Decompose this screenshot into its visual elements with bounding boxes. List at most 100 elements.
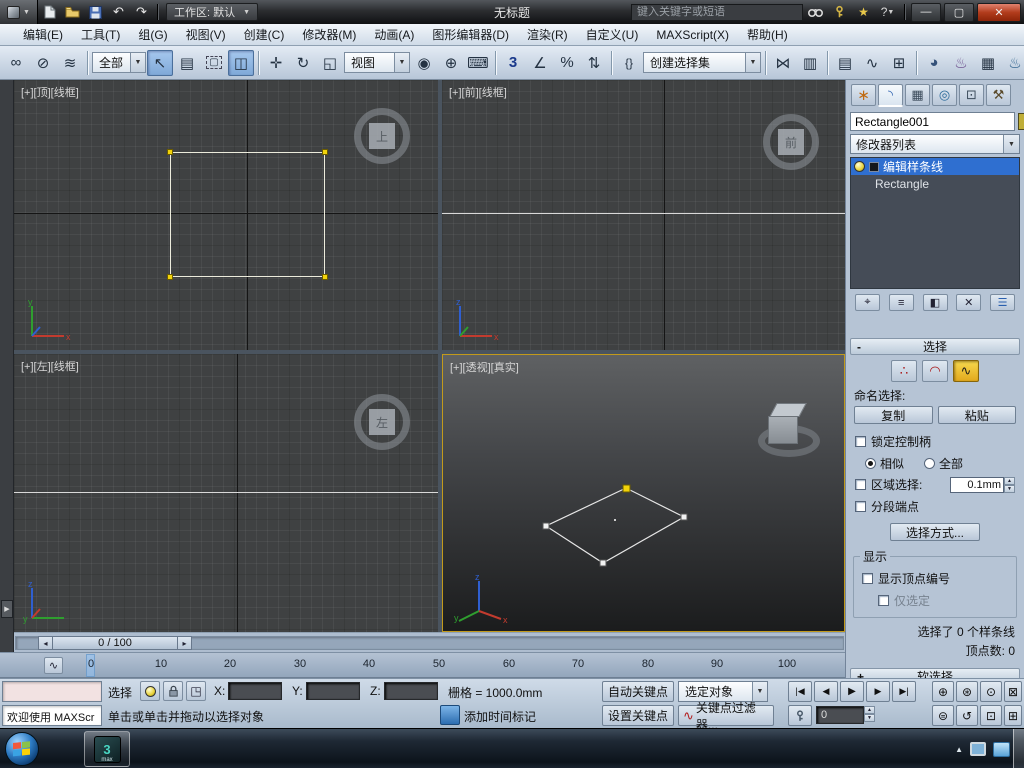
material-editor-button[interactable]: ◕ <box>921 50 947 76</box>
menu-edit[interactable]: 编辑(E) <box>14 24 72 45</box>
select-by-button[interactable]: 选择方式... <box>890 523 980 541</box>
maximize-button[interactable]: ▢ <box>944 2 974 22</box>
selection-lock-toggle[interactable] <box>163 681 183 701</box>
taskbar-3dsmax-button[interactable]: 3 max <box>84 731 130 767</box>
zoom-extents-all-button[interactable]: ⊠ <box>1004 681 1022 702</box>
time-slider-handle[interactable]: ◂ 0 / 100 ▸ <box>38 636 192 650</box>
angle-snap-toggle[interactable]: ∠ <box>527 50 553 76</box>
modifier-enable-bulb-icon[interactable] <box>854 161 865 172</box>
select-and-manipulate-button[interactable]: ⊕ <box>438 50 464 76</box>
use-pivot-center-button[interactable]: ◉ <box>411 50 437 76</box>
previous-frame-button[interactable]: ◀ <box>814 681 838 702</box>
area-threshold-field[interactable]: 0.1mm <box>950 476 1004 493</box>
menu-modifiers[interactable]: 修改器(M) <box>293 24 365 45</box>
spin-down-icon[interactable]: ▼ <box>864 714 875 722</box>
zoom-extents-button[interactable]: ⊙ <box>980 681 1002 702</box>
viewcube-face[interactable]: 前 <box>778 129 804 155</box>
spline-vertex[interactable] <box>322 274 328 280</box>
show-vertex-numbers-checkbox[interactable]: 显示顶点编号 <box>862 570 1008 587</box>
spinner-snap-toggle[interactable]: ⇅ <box>581 50 607 76</box>
go-to-end-button[interactable]: ▶| <box>892 681 916 702</box>
open-mini-curve-editor-button[interactable]: ∿ <box>44 657 63 674</box>
chevron-down-icon[interactable]: ▼ <box>1003 135 1019 153</box>
save-file-button[interactable] <box>84 1 107 23</box>
copy-button[interactable]: 复制 <box>854 406 933 424</box>
time-tag-icon[interactable] <box>440 705 460 725</box>
track-bar[interactable]: ∿ 0 10 20 30 40 50 60 70 80 90 100 <box>0 652 845 678</box>
window-crossing-toggle[interactable]: ◫ <box>228 49 254 76</box>
transform-z-field[interactable] <box>384 682 438 700</box>
search-button[interactable] <box>804 2 827 22</box>
viewcube[interactable]: 上 <box>354 108 410 164</box>
auto-key-button[interactable]: 自动关键点 <box>602 681 674 702</box>
next-frame-button[interactable]: ▸ <box>177 636 192 650</box>
new-scene-button[interactable] <box>38 1 61 23</box>
select-object-button[interactable]: ↖ <box>147 49 173 76</box>
snap-toggle-3d-button[interactable]: 3 <box>500 50 526 76</box>
show-desktop-button[interactable] <box>1013 729 1024 768</box>
pin-stack-button[interactable]: ⌖ <box>855 294 880 311</box>
maximize-viewport-toggle[interactable]: ⊞ <box>1004 705 1022 726</box>
spline-vertex[interactable] <box>322 149 328 155</box>
spline-vertex[interactable] <box>167 149 173 155</box>
select-and-rotate-button[interactable]: ↻ <box>290 50 316 76</box>
zoom-all-button[interactable]: ⊛ <box>956 681 978 702</box>
tab-modify[interactable]: ◝ <box>878 84 903 106</box>
key-mode-toggle[interactable] <box>788 705 812 726</box>
redo-button[interactable]: ↷ <box>130 1 153 23</box>
close-button[interactable]: ✕ <box>977 2 1021 22</box>
chevron-down-icon[interactable]: ▼ <box>394 53 409 72</box>
select-and-move-button[interactable]: ✛ <box>263 50 289 76</box>
area-threshold-spinner[interactable]: ▲ ▼ <box>1004 476 1015 493</box>
viewcube[interactable]: 前 <box>763 114 819 170</box>
align-button[interactable]: ▥ <box>797 50 823 76</box>
undo-button[interactable]: ↶ <box>107 1 130 23</box>
menu-maxscript[interactable]: MAXScript(X) <box>647 24 738 45</box>
set-key-mode-button[interactable]: 设置关键点 <box>602 705 674 726</box>
tab-display[interactable]: ⊡ <box>959 84 984 106</box>
lock-handles-checkbox[interactable]: 锁定控制柄 <box>855 433 1015 450</box>
orbit-view-button[interactable]: ↺ <box>956 705 978 726</box>
expand-left-panel-button[interactable]: ▶ <box>1 600 13 618</box>
rectangle-spline[interactable] <box>167 149 328 280</box>
menu-graph-editors[interactable]: 图形编辑器(D) <box>423 24 518 45</box>
search-input[interactable] <box>631 3 803 21</box>
schematic-view-button[interactable]: ⊞ <box>886 50 912 76</box>
tab-motion[interactable]: ◎ <box>932 84 957 106</box>
previous-frame-button[interactable]: ◂ <box>38 636 53 650</box>
network-tray-icon[interactable] <box>970 742 986 756</box>
spin-up-icon[interactable]: ▲ <box>1004 476 1015 485</box>
edit-named-selection-sets-button[interactable]: {} <box>616 50 642 76</box>
menu-help[interactable]: 帮助(H) <box>738 24 797 45</box>
application-menu-button[interactable]: ▼ <box>0 0 38 24</box>
macro-recorder-field[interactable] <box>2 681 102 702</box>
modifier-stack-item-rectangle[interactable]: Rectangle <box>851 175 1019 192</box>
select-and-scale-button[interactable]: ◱ <box>317 50 343 76</box>
workspace-dropdown[interactable]: 工作区: 默认 ▼ <box>166 3 259 21</box>
selection-rollout-header[interactable]: - 选择 <box>850 338 1020 355</box>
vertex-subobject-button[interactable]: ∴ <box>891 360 917 382</box>
unlink-selection-button[interactable]: ⊘ <box>30 50 56 76</box>
keyboard-override-toggle[interactable]: ⌨ <box>465 50 491 76</box>
alike-radio[interactable]: 相似 <box>865 455 904 472</box>
viewport-front-label[interactable]: [+][前][线框] <box>449 84 507 100</box>
pan-view-button[interactable]: ⊜ <box>932 705 954 726</box>
next-frame-button[interactable]: ▶ <box>866 681 890 702</box>
segment-subobject-button[interactable]: ◠ <box>922 360 948 382</box>
paste-button[interactable]: 粘贴 <box>937 406 1016 424</box>
open-file-button[interactable] <box>61 1 84 23</box>
tab-create[interactable]: ∗ <box>851 84 876 106</box>
mirror-button[interactable]: ⋈ <box>770 50 796 76</box>
menu-tools[interactable]: 工具(T) <box>72 24 129 45</box>
rendered-frame-window-button[interactable]: ▦ <box>975 50 1001 76</box>
viewcube-front-face[interactable] <box>768 416 798 444</box>
transform-y-field[interactable] <box>306 682 360 700</box>
rectangular-selection-region-button[interactable]: ▢ <box>201 50 227 76</box>
zoom-button[interactable]: ⊕ <box>932 681 954 702</box>
spin-down-icon[interactable]: ▼ <box>1004 484 1015 493</box>
select-by-name-button[interactable]: ▤ <box>174 50 200 76</box>
viewport-left-label[interactable]: [+][左][线框] <box>21 358 79 374</box>
viewcube-face[interactable]: 上 <box>369 123 395 149</box>
area-selection-checkbox[interactable]: 区域选择: <box>855 476 922 493</box>
menu-create[interactable]: 创建(C) <box>235 24 294 45</box>
